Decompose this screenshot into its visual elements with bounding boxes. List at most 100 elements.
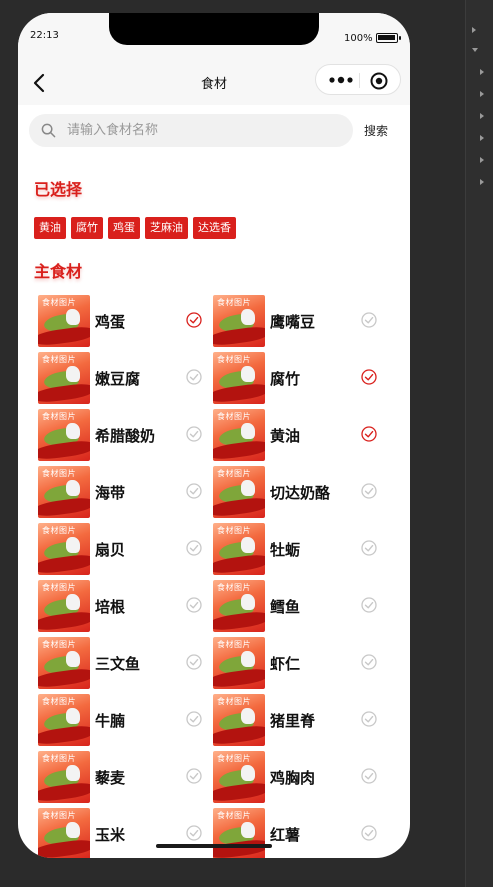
ingredient-thumbnail: 食材图片 xyxy=(38,409,90,461)
ingredient-item[interactable]: 食材图片 鸡胸肉 xyxy=(213,751,389,805)
selected-tags: 黄油 腐竹 鸡蛋 芝麻油 达选香 xyxy=(34,217,236,239)
unchecked-circle-icon[interactable] xyxy=(186,768,202,784)
search-input[interactable] xyxy=(67,114,347,147)
ingredient-thumbnail: 食材图片 xyxy=(213,637,265,689)
unchecked-circle-icon[interactable] xyxy=(361,540,377,556)
devtools-tree-row[interactable] xyxy=(466,128,493,150)
unchecked-circle-icon[interactable] xyxy=(361,768,377,784)
ingredient-item[interactable]: 食材图片 藜麦 xyxy=(38,751,214,805)
ingredient-item[interactable]: 食材图片 培根 xyxy=(38,580,214,634)
ingredient-name: 藜麦 xyxy=(95,769,126,787)
ingredient-name: 鹰嘴豆 xyxy=(270,313,316,331)
ingredient-name: 希腊酸奶 xyxy=(95,427,156,445)
ingredient-item[interactable]: 食材图片牡蛎 xyxy=(213,523,389,577)
ingredient-item[interactable]: 食材图片 虾仁 xyxy=(213,637,389,691)
thumbnail-caption: 食材图片 xyxy=(42,583,76,592)
ingredient-item[interactable]: 食材图片 猪里脊 xyxy=(213,694,389,748)
expand-arrow-icon xyxy=(480,179,484,185)
home-indicator xyxy=(156,844,272,848)
expand-arrow-icon xyxy=(480,135,484,141)
thumbnail-caption: 食材图片 xyxy=(42,469,76,478)
expand-arrow-icon xyxy=(480,91,484,97)
checked-circle-icon[interactable] xyxy=(361,426,377,442)
ingredient-item[interactable]: 食材图片 黄油 xyxy=(213,409,389,463)
ingredient-item[interactable]: 食材图片 红薯 xyxy=(213,808,389,858)
checked-circle-icon[interactable] xyxy=(186,312,202,328)
ingredient-item[interactable]: 食材图片切达奶酪 xyxy=(213,466,389,520)
search-bar: 搜索 xyxy=(18,105,410,155)
checked-circle-icon[interactable] xyxy=(361,369,377,385)
more-dots-icon[interactable] xyxy=(326,72,356,88)
ingredient-item[interactable]: 食材图片 玉米 xyxy=(38,808,214,858)
devtools-tree-row[interactable] xyxy=(466,84,493,106)
ingredient-name: 牡蛎 xyxy=(270,541,301,559)
ingredient-name: 嫩豆腐 xyxy=(95,370,141,388)
selected-tag[interactable]: 达选香 xyxy=(193,217,236,239)
search-box xyxy=(29,114,353,147)
ingredient-item[interactable]: 食材图片 牛腩 xyxy=(38,694,214,748)
selected-tag[interactable]: 腐竹 xyxy=(71,217,103,239)
back-arrow-icon[interactable] xyxy=(28,71,52,95)
ingredient-item[interactable]: 食材图片 扇贝 xyxy=(38,523,214,577)
selected-tag[interactable]: 芝麻油 xyxy=(145,217,188,239)
ingredient-thumbnail: 食材图片 xyxy=(38,295,90,347)
unchecked-circle-icon[interactable] xyxy=(361,711,377,727)
thumbnail-caption: 食材图片 xyxy=(217,412,251,421)
unchecked-circle-icon[interactable] xyxy=(361,597,377,613)
devtools-tree-row[interactable] xyxy=(466,106,493,128)
ingredient-item[interactable]: 食材图片 三文鱼 xyxy=(38,637,214,691)
ingredient-name: 切达奶酪 xyxy=(270,484,331,502)
ingredient-name: 牛腩 xyxy=(95,712,126,730)
ingredient-item[interactable]: 食材图片 鳕鱼 xyxy=(213,580,389,634)
selected-tag[interactable]: 鸡蛋 xyxy=(108,217,140,239)
unchecked-circle-icon[interactable] xyxy=(186,825,202,841)
unchecked-circle-icon[interactable] xyxy=(186,426,202,442)
battery-icon xyxy=(376,33,401,43)
ingredient-name: 腐竹 xyxy=(270,370,301,388)
ingredient-item[interactable]: 食材图片 嫩豆腐 xyxy=(38,352,214,406)
ingredient-item[interactable]: 食材图片 海带 xyxy=(38,466,214,520)
search-button[interactable]: 搜索 xyxy=(364,122,388,139)
unchecked-circle-icon[interactable] xyxy=(186,711,202,727)
phone-screen: 22:13 100% 食材 请输入食材名称 搜索 已选择 黄油 腐竹 鸡蛋 芝麻… xyxy=(18,13,410,858)
collapse-arrow-icon xyxy=(472,48,478,52)
ingredient-item[interactable]: 食材图片腐竹 xyxy=(213,352,389,406)
unchecked-circle-icon[interactable] xyxy=(361,825,377,841)
unchecked-circle-icon[interactable] xyxy=(186,654,202,670)
devtools-tree-row[interactable] xyxy=(466,20,493,42)
unchecked-circle-icon[interactable] xyxy=(186,483,202,499)
unchecked-circle-icon[interactable] xyxy=(361,312,377,328)
ingredient-item[interactable]: 食材图片 鸡蛋 xyxy=(38,295,214,349)
devtools-tree-row[interactable] xyxy=(466,62,493,84)
thumbnail-caption: 食材图片 xyxy=(42,412,76,421)
ingredient-thumbnail: 食材图片 xyxy=(213,466,265,518)
thumbnail-caption: 食材图片 xyxy=(217,526,251,535)
ingredient-item[interactable]: 食材图片 鹰嘴豆 xyxy=(213,295,389,349)
ingredient-name: 红薯 xyxy=(270,826,301,844)
selected-tag[interactable]: 黄油 xyxy=(34,217,66,239)
thumbnail-caption: 食材图片 xyxy=(42,298,76,307)
expand-arrow-icon xyxy=(480,113,484,119)
ingredient-item[interactable]: 食材图片希腊酸奶 xyxy=(38,409,214,463)
camera-notch xyxy=(109,13,319,45)
devtools-tree-row[interactable] xyxy=(466,172,493,194)
thumbnail-caption: 食材图片 xyxy=(217,469,251,478)
unchecked-circle-icon[interactable] xyxy=(186,540,202,556)
close-miniapp-icon[interactable] xyxy=(369,71,389,91)
thumbnail-caption: 食材图片 xyxy=(42,811,76,820)
unchecked-circle-icon[interactable] xyxy=(186,369,202,385)
nav-bar: 食材 xyxy=(18,61,410,105)
ingredient-thumbnail: 食材图片 xyxy=(213,808,265,858)
ingredient-name: 鳕鱼 xyxy=(270,598,301,616)
ingredient-thumbnail: 食材图片 xyxy=(38,580,90,632)
unchecked-circle-icon[interactable] xyxy=(361,654,377,670)
search-icon xyxy=(41,123,56,138)
unchecked-circle-icon[interactable] xyxy=(361,483,377,499)
devtools-tree-row[interactable] xyxy=(466,40,493,62)
devtools-tree-row[interactable] xyxy=(466,150,493,172)
ingredient-thumbnail: 食材图片 xyxy=(38,808,90,858)
ingredient-thumbnail: 食材图片 xyxy=(213,352,265,404)
thumbnail-caption: 食材图片 xyxy=(217,355,251,364)
unchecked-circle-icon[interactable] xyxy=(186,597,202,613)
thumbnail-caption: 食材图片 xyxy=(217,754,251,763)
